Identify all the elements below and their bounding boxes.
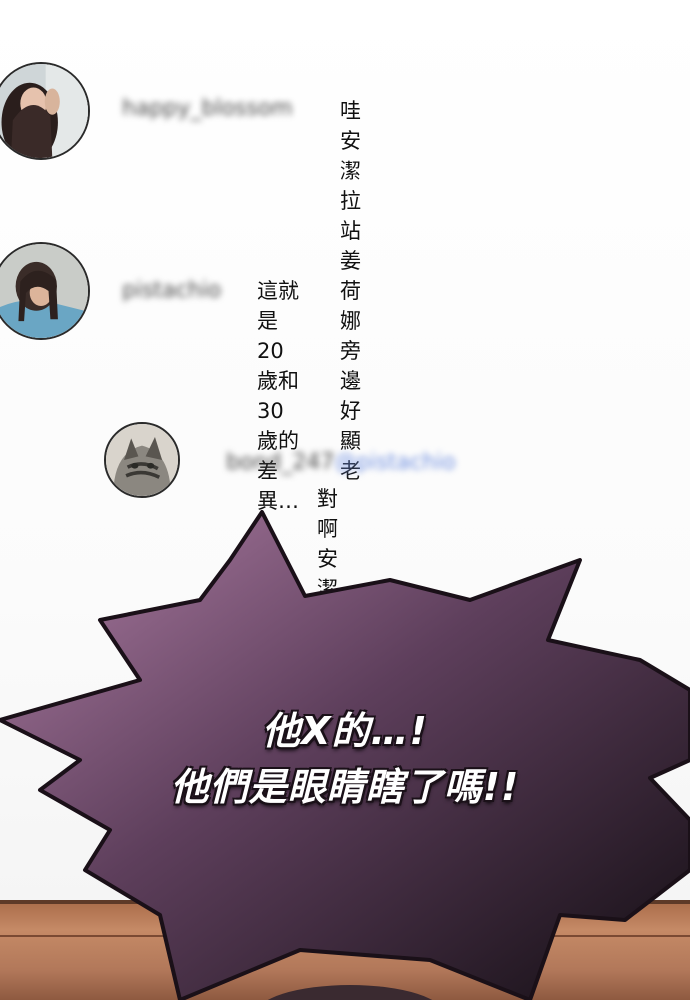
comic-panel: happy_blossom 哇安潔拉站姜荷娜旁邊 好顯老 pistachio 這… [0,0,690,1000]
shout-speech-burst [0,510,690,1000]
shout-line-2: 他們是眼睛瞎了嗎!! [170,765,520,809]
shout-line-1: 他X的…! [262,709,428,753]
